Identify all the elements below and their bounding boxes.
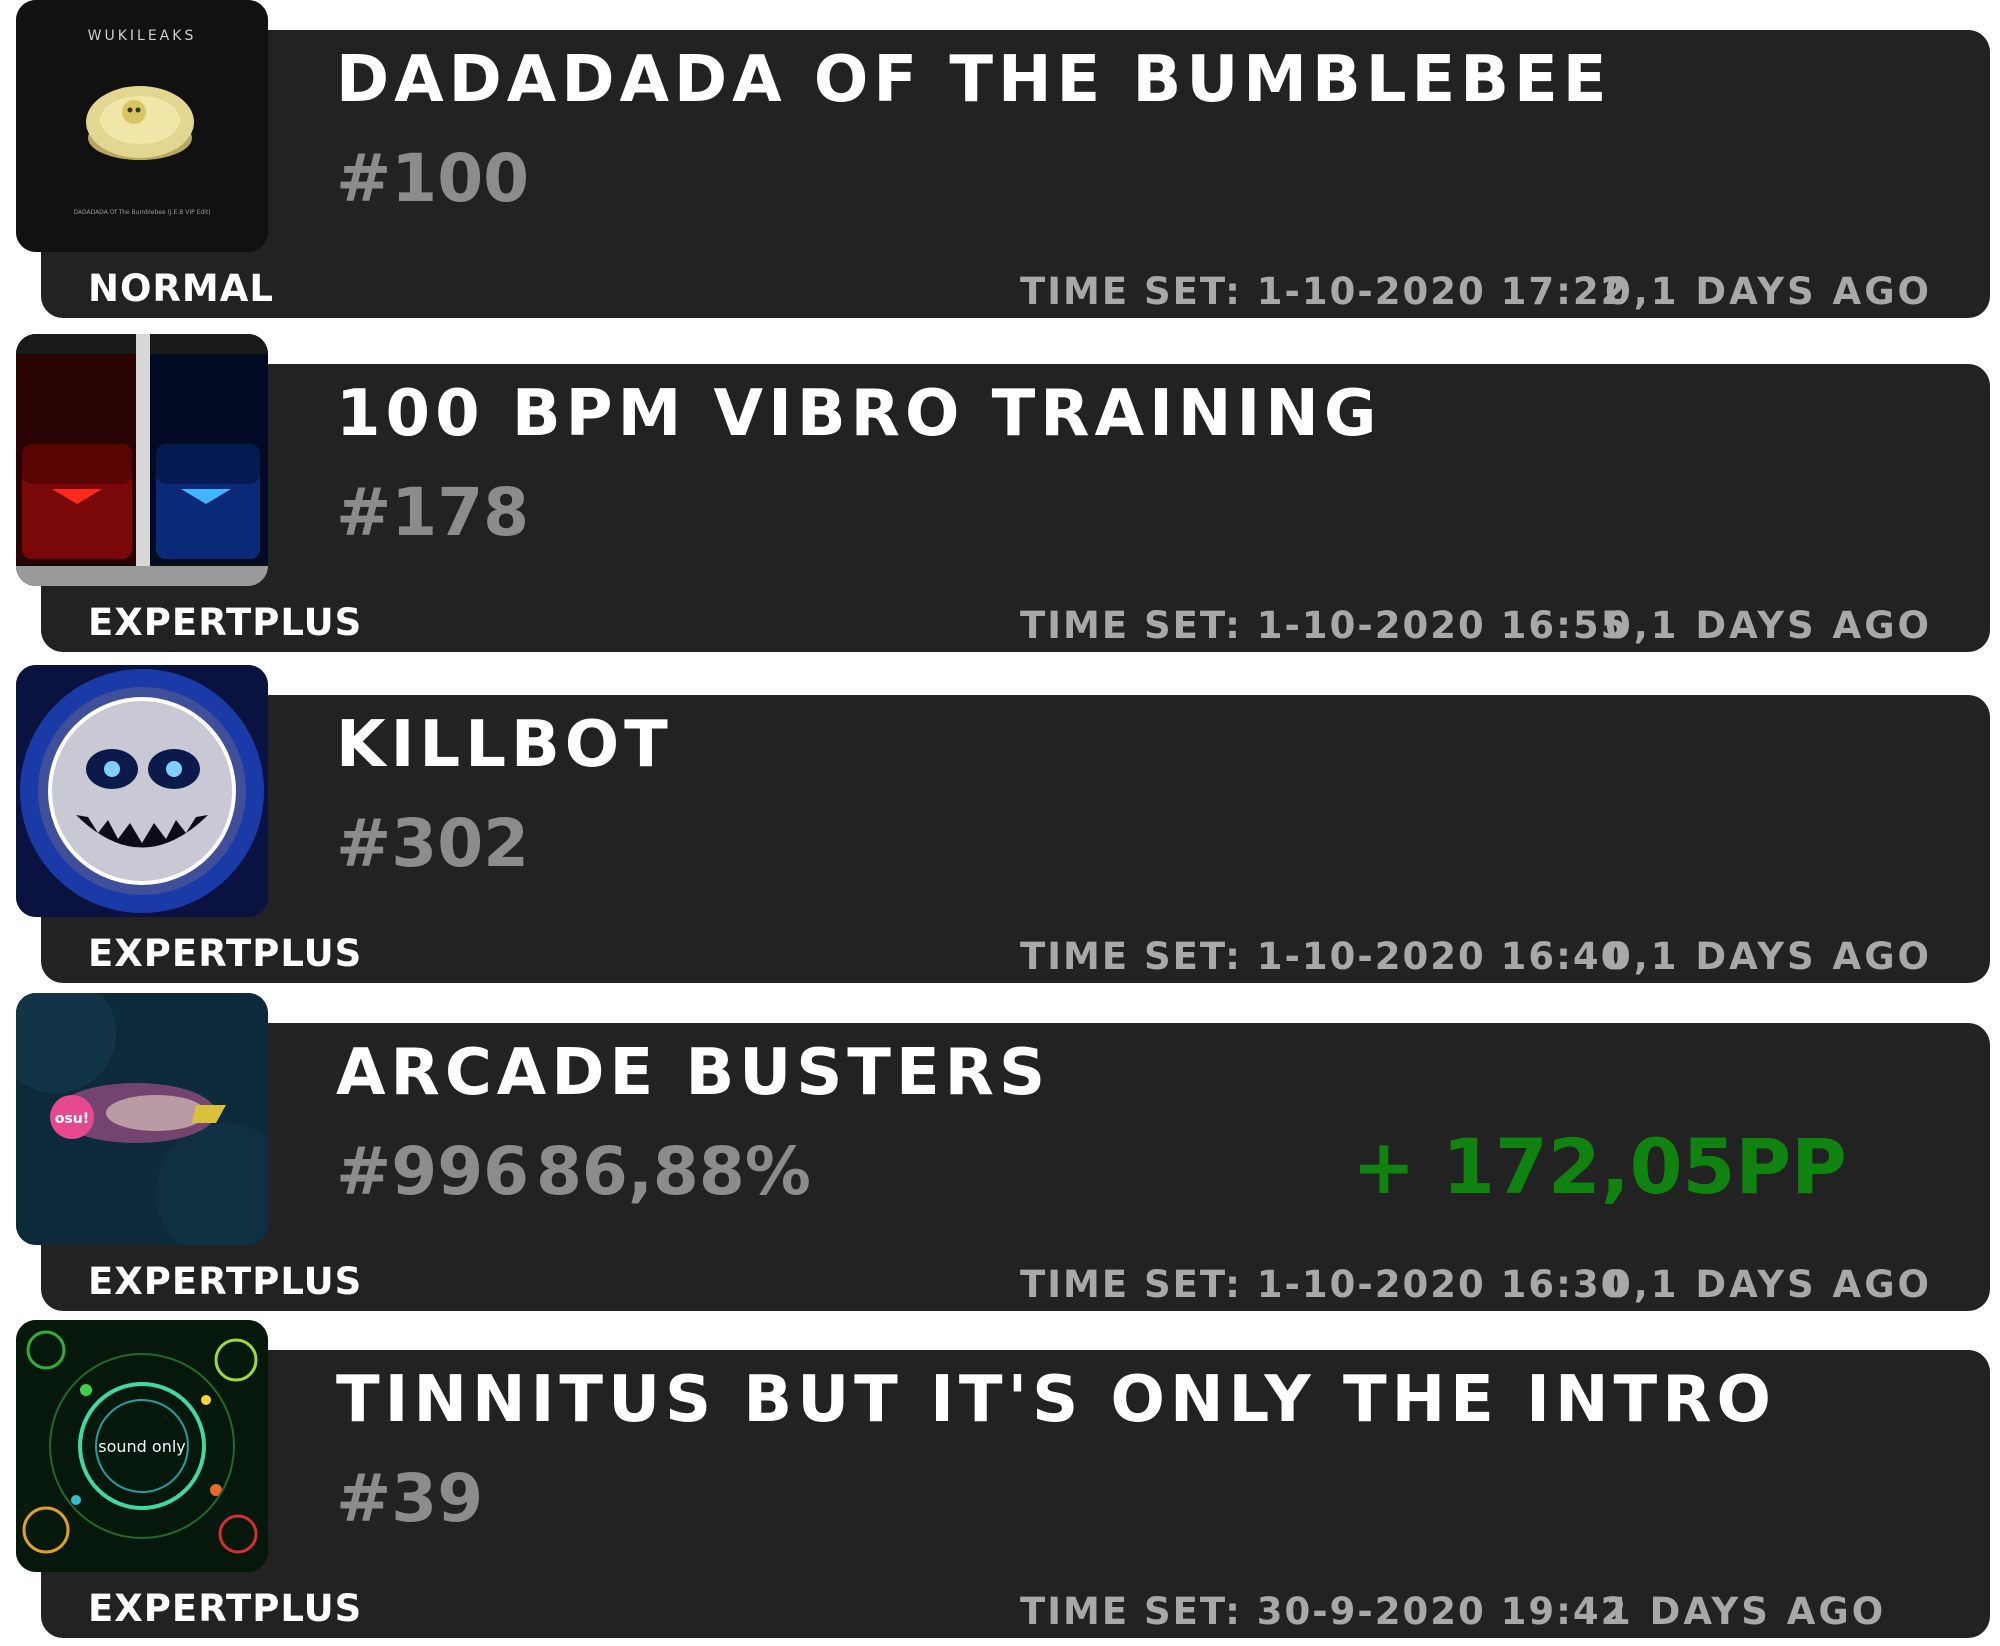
score-entry[interactable]: 100 BPM VIBRO TRAINING #178 EXPERTPLUS T… (0, 334, 2000, 652)
cover-caption: DADADADA Of The Bumblebee (J.E.B VIP Edi… (73, 209, 210, 216)
rank: #39 (336, 1460, 484, 1537)
song-title[interactable]: TINNITUS BUT IT'S ONLY THE INTRO (336, 1368, 1776, 1432)
cover-art[interactable]: WUKILEAKS DADADADA Of The Bumblebee (J.E… (16, 0, 268, 252)
time-ago: 1 DAYS AGO (1605, 1590, 1887, 1633)
time-set: TIME SET: 1-10-2020 16:40 (1020, 935, 1629, 978)
rank: #996 (336, 1133, 530, 1210)
difficulty-label: EXPERTPLUS (88, 932, 363, 975)
beat-saber-blocks-cover-icon (16, 334, 268, 586)
accuracy: 86,88% (536, 1133, 811, 1210)
cover-label: sound only (98, 1437, 186, 1456)
score-entry[interactable]: WUKILEAKS DADADADA Of The Bumblebee (J.E… (0, 0, 2000, 318)
song-title[interactable]: 100 BPM VIBRO TRAINING (336, 382, 1381, 446)
time-ago: 0,1 DAYS AGO (1605, 935, 1933, 978)
time-set: TIME SET: 1-10-2020 16:55 (1020, 604, 1629, 647)
rank: #178 (336, 474, 530, 551)
rank: #302 (336, 805, 530, 882)
bumblebee-cover-icon: WUKILEAKS DADADADA Of The Bumblebee (J.E… (16, 0, 268, 252)
difficulty-label: EXPERTPLUS (88, 1587, 363, 1630)
song-title[interactable]: DADADADA OF THE BUMBLEBEE (336, 48, 1611, 112)
time-ago: 0,1 DAYS AGO (1605, 1263, 1933, 1306)
score-entry[interactable]: sound only TINNITUS BUT IT'S ONLY THE IN… (0, 1320, 2000, 1638)
killbot-face-cover-icon (16, 665, 268, 917)
cover-label: osu! (55, 1111, 89, 1127)
song-title[interactable]: KILLBOT (336, 713, 673, 777)
time-ago: 0,1 DAYS AGO (1605, 270, 1933, 313)
time-set: TIME SET: 1-10-2020 16:30 (1020, 1263, 1629, 1306)
cover-art[interactable] (16, 334, 268, 586)
sound-only-rings-cover-icon: sound only (16, 1320, 268, 1572)
time-set: TIME SET: 30-9-2020 19:42 (1020, 1590, 1629, 1633)
rank: #100 (336, 140, 530, 217)
score-entry[interactable]: KILLBOT #302 EXPERTPLUS TIME SET: 1-10-2… (0, 665, 2000, 983)
song-title[interactable]: ARCADE BUSTERS (336, 1041, 1050, 1105)
time-set: TIME SET: 1-10-2020 17:22 (1020, 270, 1629, 313)
osu-arcade-cover-icon: osu! (16, 993, 268, 1245)
cover-art[interactable] (16, 665, 268, 917)
difficulty-label: NORMAL (88, 267, 274, 310)
difficulty-label: EXPERTPLUS (88, 1260, 363, 1303)
pp-gain: + 172,05PP (1352, 1122, 1847, 1211)
cover-label: WUKILEAKS (88, 28, 197, 44)
cover-art[interactable]: sound only (16, 1320, 268, 1572)
time-ago: 0,1 DAYS AGO (1605, 604, 1933, 647)
cover-art[interactable]: osu! (16, 993, 268, 1245)
difficulty-label: EXPERTPLUS (88, 601, 363, 644)
score-entry[interactable]: osu! ARCADE BUSTERS #996 86,88% + 172,05… (0, 993, 2000, 1311)
